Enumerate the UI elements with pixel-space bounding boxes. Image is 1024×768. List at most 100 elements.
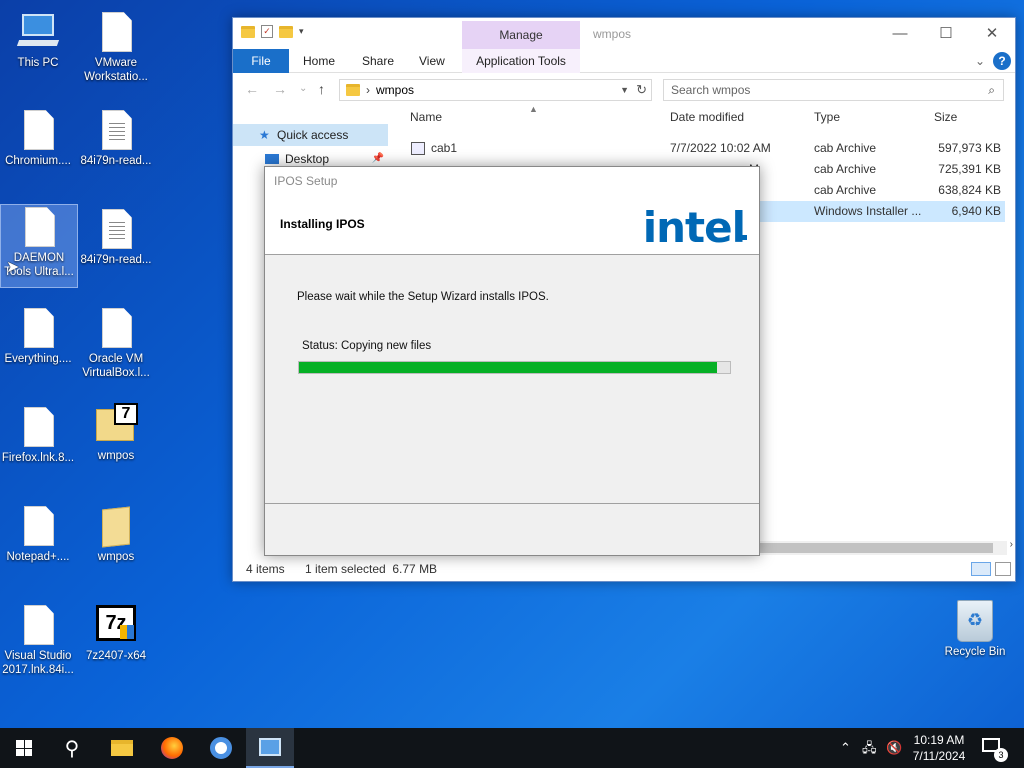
file-date: 7/7/2022 10:02 AM xyxy=(670,141,771,155)
desktop-icon-wmpos-archive[interactable]: 7 wmpos xyxy=(78,403,154,463)
dialog-heading: Installing IPOS xyxy=(280,217,365,231)
file-row[interactable]: cab1 7/7/2022 10:02 AM cab Archive 597,9… xyxy=(405,138,1005,159)
desktop-icon-label: Notepad+.... xyxy=(6,551,70,563)
install-progress-bar xyxy=(298,361,731,374)
column-header-name[interactable]: Name xyxy=(410,110,442,124)
chromium-icon xyxy=(210,737,232,759)
status-bar: 4 items 1 item selected 6.77 MB xyxy=(233,557,1015,581)
network-icon[interactable]: 🖧 xyxy=(862,728,877,768)
column-header-date[interactable]: Date modified xyxy=(670,110,744,124)
address-row: ← → ⌄ ↑ › wmpos ▼ ↻ Search wmpos ⌕ xyxy=(233,73,1015,107)
desktop-icon-everything[interactable]: Everything.... xyxy=(0,306,76,366)
properties-icon[interactable]: ✓ xyxy=(261,25,273,38)
recycle-bin-label: Recycle Bin xyxy=(944,646,1006,658)
desktop-icon-label: Oracle VM VirtualBox.l... xyxy=(82,353,150,379)
firefox-icon xyxy=(161,737,183,759)
item-count: 4 items xyxy=(246,562,285,576)
logo-text: intel xyxy=(642,203,746,252)
taskbar-firefox[interactable] xyxy=(148,728,196,768)
breadcrumb-current[interactable]: wmpos xyxy=(376,83,414,97)
ipos-setup-dialog: IPOS Setup Installing IPOS intel Please … xyxy=(264,166,760,556)
taskbar: ⚲ ⌃ 🖧 🔇 10:19 AM 7/11/2024 3 xyxy=(0,728,1024,768)
back-icon[interactable]: ← xyxy=(245,81,259,97)
action-center-button[interactable]: 3 xyxy=(982,738,1008,762)
desktop-icon-readme-1[interactable]: 84i79n-read... xyxy=(78,108,154,168)
up-icon[interactable]: ↑ xyxy=(318,81,325,97)
nav-item-quick-access[interactable]: ★ Quick access xyxy=(233,124,388,146)
taskbar-chromium[interactable] xyxy=(197,728,245,768)
close-icon[interactable]: ✕ xyxy=(969,18,1015,49)
manage-contextual-tab[interactable]: Manage xyxy=(462,21,580,49)
file-explorer-icon xyxy=(111,740,133,756)
forward-icon[interactable]: → xyxy=(273,81,287,97)
window-title: wmpos xyxy=(593,27,632,41)
dialog-titlebar[interactable]: IPOS Setup xyxy=(265,167,759,195)
desktop-icon-notepad-plus[interactable]: Notepad+.... xyxy=(0,504,76,564)
search-button[interactable]: ⚲ xyxy=(48,728,96,768)
search-input[interactable]: Search wmpos ⌕ xyxy=(663,79,1004,101)
recent-locations-icon[interactable]: ⌄ xyxy=(299,83,307,94)
quick-access-toolbar: ✓ ▾ xyxy=(241,25,304,38)
column-header-type[interactable]: Type xyxy=(814,110,840,124)
mouse-cursor-icon: ➤ xyxy=(6,259,20,276)
window-controls: — ☐ ✕ xyxy=(877,18,1015,49)
intel-logo: intel xyxy=(642,203,747,252)
desktop-icon-this-pc[interactable]: This PC xyxy=(0,10,76,70)
progress-fill xyxy=(299,362,718,373)
desktop-icon-7zip-installer[interactable]: 7z 7z2407-x64 xyxy=(78,603,154,663)
tab-share[interactable]: Share xyxy=(362,49,394,73)
taskbar-clock[interactable]: 10:19 AM 7/11/2024 xyxy=(900,732,978,764)
desktop-icon-readme-2[interactable]: 84i79n-read... xyxy=(78,207,154,267)
taskbar-setup[interactable] xyxy=(246,728,294,768)
help-icon[interactable]: ? xyxy=(993,52,1011,70)
document-icon xyxy=(16,306,60,350)
show-hidden-icons-icon[interactable]: ⌃ xyxy=(840,728,851,768)
desktop-icon-visual-studio[interactable]: Visual Studio 2017.lnk.84i... xyxy=(0,603,76,677)
new-folder-icon[interactable] xyxy=(279,25,293,38)
desktop-icon-label: VMware Workstatio... xyxy=(84,57,148,83)
folder-icon xyxy=(94,504,138,548)
minimize-icon[interactable]: — xyxy=(877,18,923,49)
tab-home[interactable]: Home xyxy=(303,49,335,73)
taskbar-file-explorer[interactable] xyxy=(98,728,146,768)
dialog-banner: Installing IPOS intel xyxy=(265,195,759,255)
cab-archive-icon xyxy=(411,142,425,155)
star-icon: ★ xyxy=(259,128,270,142)
windows-logo-icon xyxy=(16,740,32,756)
address-dropdown-icon[interactable]: ▼ xyxy=(620,85,629,95)
nav-item-label: Desktop xyxy=(285,152,330,166)
folder-icon xyxy=(346,84,360,96)
desktop-icon-label: Chromium.... xyxy=(5,155,71,167)
start-button[interactable] xyxy=(0,728,48,768)
tab-application-tools[interactable]: Application Tools xyxy=(462,49,580,73)
desktop-icon-virtualbox[interactable]: Oracle VM VirtualBox.l... xyxy=(78,306,154,380)
search-icon: ⚲ xyxy=(64,737,80,760)
explorer-titlebar[interactable]: ✓ ▾ Manage wmpos — ☐ ✕ xyxy=(233,18,1015,49)
search-placeholder: Search wmpos xyxy=(671,83,751,97)
expand-ribbon-icon[interactable]: ⌄ xyxy=(975,49,985,73)
desktop-icon-vmware[interactable]: VMware Workstatio... xyxy=(78,10,154,84)
address-bar[interactable]: › wmpos ▼ ↻ xyxy=(339,79,652,101)
desktop-icon-chromium[interactable]: Chromium.... xyxy=(0,108,76,168)
refresh-icon[interactable]: ↻ xyxy=(636,82,647,98)
desktop-icon-label: 7z2407-x64 xyxy=(85,650,147,662)
scroll-right-icon[interactable]: › xyxy=(1010,539,1013,550)
desktop-icon-label: This PC xyxy=(17,57,59,69)
details-view-icon[interactable] xyxy=(971,562,991,576)
document-icon xyxy=(94,306,138,350)
column-header-size[interactable]: Size xyxy=(934,110,957,124)
nav-item-label: Quick access xyxy=(277,128,349,142)
clock-date: 7/11/2024 xyxy=(912,749,966,763)
desktop-icon-recycle-bin[interactable]: Recycle Bin xyxy=(937,600,1013,658)
maximize-icon[interactable]: ☐ xyxy=(923,18,969,49)
desktop-icon-wmpos-folder[interactable]: wmpos xyxy=(78,504,154,564)
desktop-icon-firefox-lnk[interactable]: Firefox.lnk.8... xyxy=(0,405,76,465)
sort-ascending-icon: ▲ xyxy=(529,104,538,114)
tab-file[interactable]: File xyxy=(233,49,289,73)
text-document-icon xyxy=(94,108,138,152)
customize-toolbar-icon[interactable]: ▾ xyxy=(299,26,304,37)
document-icon xyxy=(16,405,60,449)
tab-view[interactable]: View xyxy=(419,49,445,73)
dialog-footer xyxy=(265,503,759,555)
large-icons-view-icon[interactable] xyxy=(995,562,1011,576)
